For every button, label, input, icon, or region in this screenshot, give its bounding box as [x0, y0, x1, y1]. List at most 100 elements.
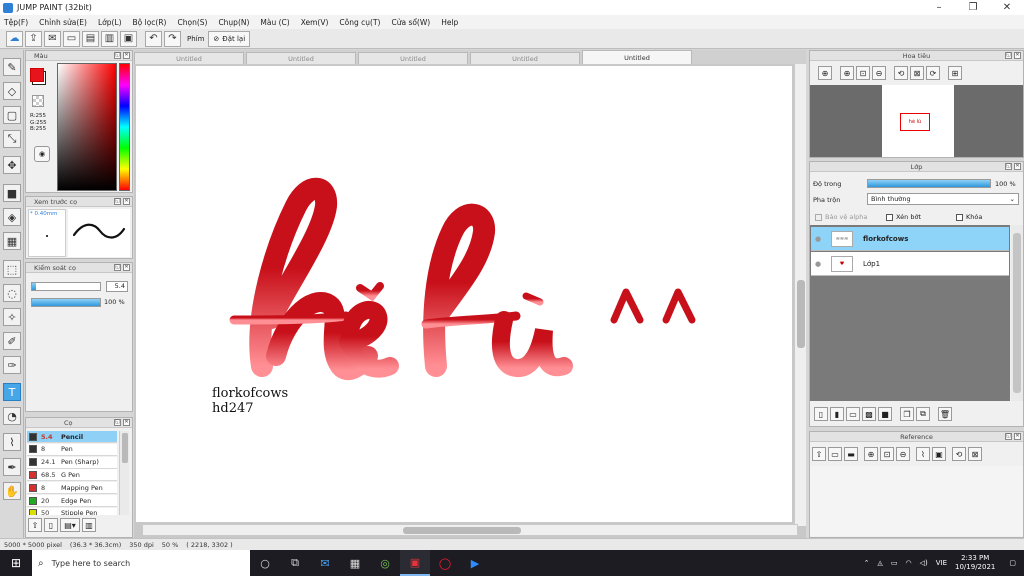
fit-icon[interactable]: ⊡ [856, 66, 870, 80]
panel-float-icon[interactable]: ◱ [1005, 433, 1012, 440]
notification-icon[interactable]: ▢ [1009, 559, 1016, 567]
navigator-viewport[interactable]: hè lú [900, 113, 930, 131]
delete-layer-icon[interactable]: 🗑 [938, 407, 952, 421]
eyedropper-tool-icon[interactable]: ⌇ [3, 433, 21, 451]
new-tone-layer-icon[interactable]: ▩ [862, 407, 876, 421]
page-icon[interactable]: ▤ [82, 30, 99, 47]
panel-float-icon[interactable]: ◱ [1005, 52, 1012, 59]
image-icon[interactable]: ▬ [844, 447, 858, 461]
cortana-icon[interactable]: ○ [250, 550, 280, 576]
menu-help[interactable]: Help [441, 18, 458, 27]
palette-icon[interactable]: ◉ [34, 146, 50, 162]
brush-item-mapping-pen[interactable]: 8 Mapping Pen [27, 482, 117, 495]
reset-button[interactable]: ⊘ Đặt lại [208, 30, 251, 47]
brush-item-pencil[interactable]: 5.4 Pencil [27, 431, 117, 443]
language-indicator[interactable]: VIE [936, 559, 947, 567]
lock-checkbox[interactable]: Khóa [956, 213, 982, 221]
navigator-view[interactable]: hè lú [810, 85, 1023, 157]
move-tool-icon[interactable]: ✥ [3, 156, 21, 174]
menu-edit[interactable]: Chỉnh sửa(E) [39, 18, 87, 27]
line-tool-icon[interactable]: ⤡ [3, 130, 21, 148]
speech-bubble-tool-icon[interactable]: ◔ [3, 407, 21, 425]
panel-close-icon[interactable]: ✕ [1014, 433, 1021, 440]
layer-list-scrollbar[interactable] [1011, 225, 1023, 401]
hue-slider[interactable] [119, 63, 130, 191]
brush-menu-icon[interactable]: ▤▾ [60, 518, 80, 532]
select-rect-tool-icon[interactable]: ⬚ [3, 260, 21, 278]
reset-view-icon[interactable]: ⊠ [910, 66, 924, 80]
tab-untitled-4[interactable]: Untitled [470, 52, 580, 64]
pen-tool-icon[interactable]: ✒ [3, 458, 21, 476]
rotate-left-icon[interactable]: ⟲ [894, 66, 908, 80]
panel-close-icon[interactable]: ✕ [123, 419, 130, 426]
fit-icon[interactable]: ⊡ [880, 447, 894, 461]
navigator-settings-icon[interactable]: ⊞ [948, 66, 962, 80]
panel-float-icon[interactable]: ◱ [114, 264, 121, 271]
color-field[interactable] [57, 63, 117, 191]
canvas-vertical-scrollbar[interactable] [794, 64, 806, 526]
lasso-tool-icon[interactable]: ◌ [3, 284, 21, 302]
brush-size-slider[interactable] [31, 282, 101, 291]
store-icon[interactable]: ▦ [340, 550, 370, 576]
brush-item-edge-pen[interactable]: 20 Edge Pen [27, 495, 117, 507]
primary-color-swatch[interactable] [30, 68, 44, 82]
chrome-icon[interactable]: ◎ [370, 550, 400, 576]
panel-close-icon[interactable]: ✕ [1014, 52, 1021, 59]
task-view-icon[interactable]: ⧉ [280, 550, 310, 576]
brush-list-scrollbar[interactable] [119, 431, 129, 515]
zoom-in-icon[interactable]: ⊕ [864, 447, 878, 461]
panel-close-icon[interactable]: ✕ [123, 264, 130, 271]
zoom-app-icon[interactable]: ▶ [460, 550, 490, 576]
new-layer-1bit-icon[interactable]: ▭ [846, 407, 860, 421]
magic-wand-tool-icon[interactable]: ✧ [3, 308, 21, 326]
reset-view-icon[interactable]: ⊠ [968, 447, 982, 461]
select-pen-tool-icon[interactable]: ✐ [3, 332, 21, 350]
canvas-horizontal-scrollbar[interactable] [142, 524, 798, 536]
new-folder-icon[interactable]: ■ [878, 407, 892, 421]
select-eraser-tool-icon[interactable]: ✑ [3, 356, 21, 374]
reference-view[interactable] [810, 466, 1023, 536]
network-icon[interactable]: ◬ [877, 559, 882, 567]
layer-row-florkofcows[interactable]: ● ≈≈≈ florkofcows [811, 227, 1009, 251]
minimize-button[interactable]: – [922, 0, 956, 15]
hand-tool-icon[interactable]: ✋ [3, 482, 21, 500]
menu-filter[interactable]: Bộ lọc(R) [133, 18, 167, 27]
brush-opacity-slider[interactable] [31, 298, 101, 307]
cloud-icon[interactable]: ☁ [6, 30, 23, 47]
chat-icon[interactable]: ▭ [63, 30, 80, 47]
open-folder-icon[interactable]: ▭ [828, 447, 842, 461]
text-tool-icon[interactable]: T [3, 383, 21, 401]
bucket-tool-icon[interactable]: ◈ [3, 208, 21, 226]
redo-icon[interactable]: ↷ [164, 30, 181, 47]
undo-icon[interactable]: ↶ [145, 30, 162, 47]
close-button[interactable]: ✕ [990, 0, 1024, 15]
menu-layer[interactable]: Lớp(L) [98, 18, 122, 27]
panel-close-icon[interactable]: ✕ [123, 52, 130, 59]
taskbar-search[interactable]: ⌕ Type here to search [32, 550, 250, 576]
jump-paint-taskbar-icon[interactable]: ▣ [400, 550, 430, 576]
blend-mode-select[interactable]: Bình thường ⌄ [867, 193, 1019, 205]
maximize-button[interactable]: ❐ [956, 0, 990, 15]
brush-settings-icon[interactable]: ▥ [82, 518, 96, 532]
opera-icon[interactable]: ◯ [430, 550, 460, 576]
zoom-out-icon[interactable]: ⊖ [872, 66, 886, 80]
panel-close-icon[interactable]: ✕ [123, 198, 130, 205]
visibility-icon[interactable]: ● [811, 260, 825, 268]
rectangle-tool-icon[interactable]: ▢ [3, 106, 21, 124]
tab-untitled-3[interactable]: Untitled [358, 52, 468, 64]
visibility-icon[interactable]: ● [811, 235, 825, 243]
menu-file[interactable]: Tệp(F) [4, 18, 28, 27]
layer-opacity-slider[interactable] [867, 179, 991, 188]
folder-icon[interactable]: ▭ [891, 559, 898, 567]
zoom-in-small-icon[interactable]: ⊕ [840, 66, 854, 80]
eraser-tool-icon[interactable]: ◇ [3, 82, 21, 100]
merge-layer-icon[interactable]: ⧉ [916, 407, 930, 421]
panel-float-icon[interactable]: ◱ [114, 419, 121, 426]
brush-size-field[interactable]: 5.4 [106, 281, 128, 292]
tab-untitled-2[interactable]: Untitled [246, 52, 356, 64]
tab-untitled-active[interactable]: Untitled [582, 50, 692, 64]
wifi-icon[interactable]: ◠ [906, 559, 912, 567]
menu-window[interactable]: Cửa sổ(W) [391, 18, 430, 27]
clipping-checkbox[interactable]: Xén bớt [886, 213, 921, 221]
export-icon[interactable]: ⇪ [25, 30, 42, 47]
